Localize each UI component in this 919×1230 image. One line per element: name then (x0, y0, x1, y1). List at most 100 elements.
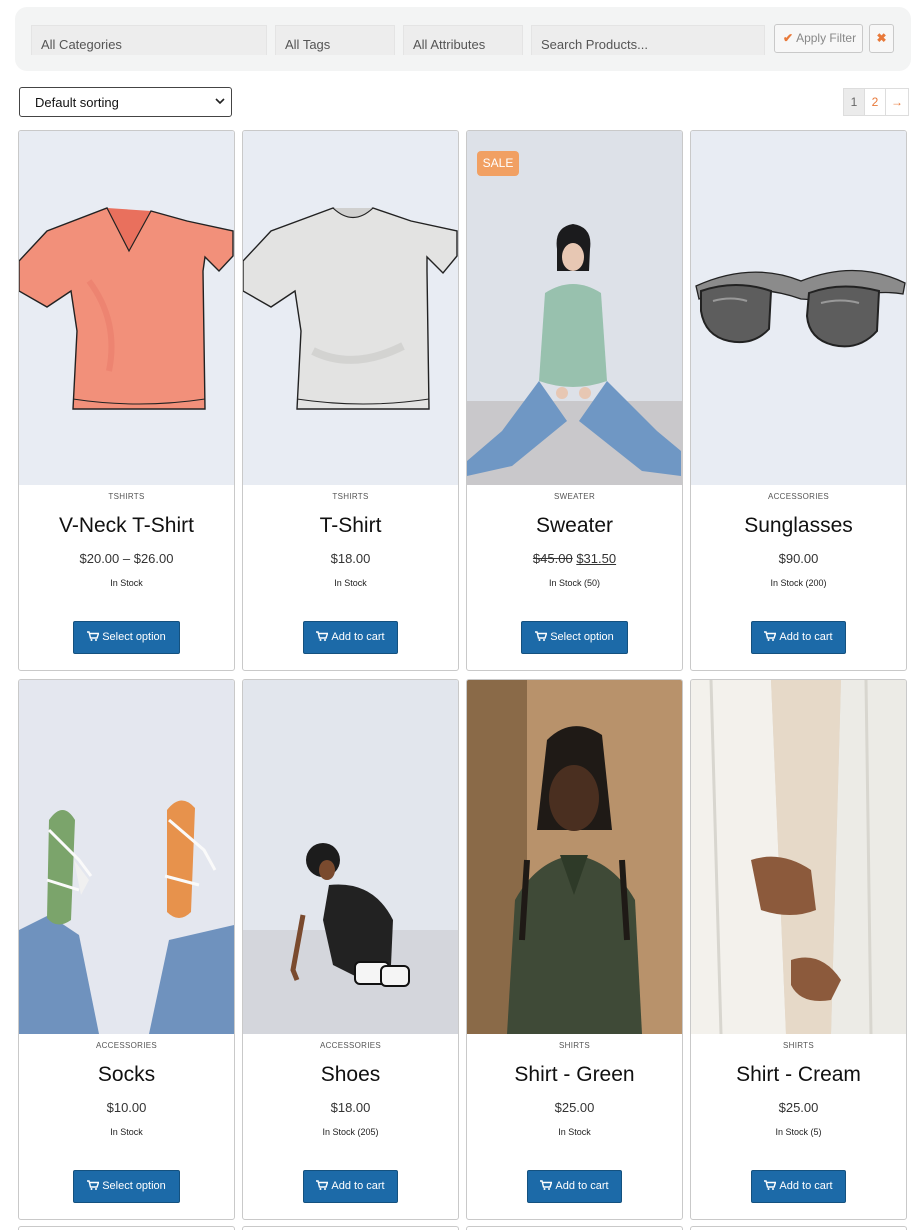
product-price: $25.00 (554, 1100, 595, 1115)
product-category: TSHIRTS (332, 492, 369, 501)
stock-status: In Stock (334, 578, 367, 588)
product-price: $18.00 (330, 551, 371, 566)
button-label: Add to cart (555, 1180, 609, 1192)
search-input[interactable]: Search Products... (531, 25, 765, 55)
product-image[interactable] (19, 131, 234, 485)
chevron-down-icon (215, 98, 225, 105)
product-title[interactable]: Shirt - Cream (691, 1063, 906, 1087)
attribute-filter[interactable]: All Attributes (403, 25, 523, 55)
product-card: ACCESSORIES Socks $10.00 In Stock Select… (18, 679, 235, 1220)
product-card-partial (466, 1226, 683, 1230)
product-card: SALE SWEATER Sweater $45.00 $31.50 In St… (466, 130, 683, 671)
category-filter[interactable]: All Categories (31, 25, 267, 55)
woman-crouching-shoes-photo (243, 680, 458, 1034)
product-card: TSHIRTS V-Neck T-Shirt $20.00 – $26.00 I… (18, 130, 235, 671)
add-to-cart-button[interactable]: Add to cart (303, 1170, 398, 1203)
product-image[interactable] (467, 131, 682, 485)
product-title[interactable]: Sunglasses (691, 514, 906, 538)
product-image[interactable] (243, 131, 458, 485)
sort-select-value: Default sorting (35, 95, 119, 110)
product-price: $90.00 (778, 551, 819, 566)
tshirt-illustration (243, 131, 458, 485)
filter-bar: All Categories All Tags All Attributes S… (15, 7, 911, 71)
sunglasses-illustration (691, 131, 906, 485)
arrow-right-icon: → (891, 95, 903, 109)
stock-status: In Stock (5) (775, 1127, 822, 1137)
product-title[interactable]: Sweater (467, 514, 682, 538)
product-category: SHIRTS (783, 1041, 814, 1050)
button-label: Add to cart (779, 631, 833, 643)
add-to-cart-button[interactable]: Add to cart (527, 1170, 622, 1203)
product-title[interactable]: Shoes (243, 1063, 458, 1087)
cart-icon (540, 1180, 553, 1190)
cream-shirt-photo (691, 680, 906, 1034)
product-category: SWEATER (553, 492, 596, 501)
sale-price: $31.50 (576, 551, 617, 566)
close-icon: ✖ (876, 31, 887, 45)
stock-status: In Stock (50) (548, 578, 601, 588)
product-category: ACCESSORIES (95, 1041, 158, 1050)
cart-icon (764, 1180, 777, 1190)
product-image[interactable] (691, 131, 906, 485)
product-price: $18.00 (330, 1100, 371, 1115)
cart-icon (316, 631, 329, 641)
apply-filter-button[interactable]: ✔ Apply Filter (774, 24, 863, 53)
product-image[interactable] (467, 680, 682, 1034)
socks-photo (19, 680, 234, 1034)
product-card: ACCESSORIES Sunglasses $90.00 In Stock (… (690, 130, 907, 671)
product-card-partial (18, 1226, 235, 1230)
product-card: TSHIRTS T-Shirt $18.00 In Stock Add to c… (242, 130, 459, 671)
stock-status: In Stock (205) (322, 1127, 379, 1137)
add-to-cart-button[interactable]: Add to cart (751, 621, 846, 654)
sort-select[interactable]: Default sorting (19, 87, 232, 117)
stock-status: In Stock (558, 1127, 591, 1137)
product-category: SHIRTS (559, 1041, 590, 1050)
product-price: $10.00 (106, 1100, 147, 1115)
cart-icon (764, 631, 777, 641)
product-card: SHIRTS Shirt - Cream $25.00 In Stock (5)… (690, 679, 907, 1220)
product-card-partial (690, 1226, 907, 1230)
product-category: ACCESSORIES (767, 492, 830, 501)
pagination: 1 2 → (843, 88, 909, 116)
product-title[interactable]: V-Neck T-Shirt (19, 514, 234, 538)
product-title[interactable]: T-Shirt (243, 514, 458, 538)
product-title[interactable]: Shirt - Green (467, 1063, 682, 1087)
checkmark-icon: ✔ (783, 31, 794, 45)
page-1: 1 (843, 88, 865, 116)
select-option-button[interactable]: Select option (73, 621, 180, 654)
product-card: ACCESSORIES Shoes $18.00 In Stock (205) … (242, 679, 459, 1220)
original-price: $45.00 (532, 551, 573, 566)
product-price: $25.00 (778, 1100, 819, 1115)
cart-icon (87, 1180, 100, 1190)
select-option-button[interactable]: Select option (521, 621, 628, 654)
tag-filter[interactable]: All Tags (275, 25, 395, 55)
add-to-cart-button[interactable]: Add to cart (303, 621, 398, 654)
product-category: ACCESSORIES (319, 1041, 382, 1050)
cart-icon (316, 1180, 329, 1190)
clear-filter-button[interactable]: ✖ (869, 24, 894, 53)
product-price: $45.00 $31.50 (467, 551, 682, 566)
product-image[interactable] (691, 680, 906, 1034)
woman-in-sweater-photo (467, 131, 682, 485)
sale-badge: SALE (477, 151, 519, 176)
product-price: $20.00 – $26.00 (79, 551, 174, 566)
product-card-partial (242, 1226, 459, 1230)
stock-status: In Stock (200) (770, 578, 827, 588)
product-card: SHIRTS Shirt - Green $25.00 In Stock Add… (466, 679, 683, 1220)
button-label: Select option (102, 631, 166, 643)
page-2[interactable]: 2 (864, 88, 886, 116)
button-label: Add to cart (331, 631, 385, 643)
product-image[interactable] (243, 680, 458, 1034)
button-label: Select option (550, 631, 614, 643)
product-category: TSHIRTS (108, 492, 145, 501)
product-title[interactable]: Socks (19, 1063, 234, 1087)
button-label: Add to cart (779, 1180, 833, 1192)
add-to-cart-button[interactable]: Add to cart (751, 1170, 846, 1203)
apply-filter-label: Apply Filter (796, 31, 857, 45)
product-image[interactable] (19, 680, 234, 1034)
select-option-button[interactable]: Select option (73, 1170, 180, 1203)
stock-status: In Stock (110, 578, 143, 588)
next-page-button[interactable]: → (885, 88, 909, 116)
stock-status: In Stock (110, 1127, 143, 1137)
vneck-tshirt-illustration (19, 131, 234, 485)
